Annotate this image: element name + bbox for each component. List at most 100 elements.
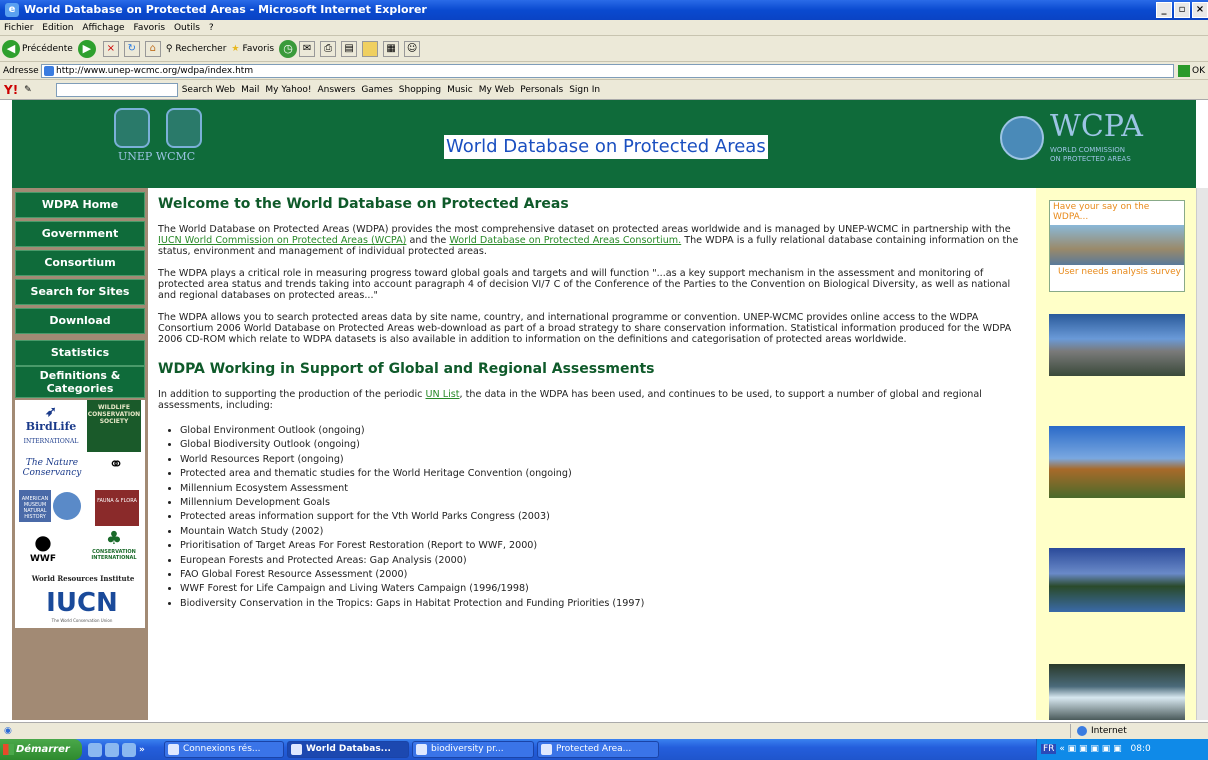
search-button[interactable]: ⚲ Rechercher xyxy=(166,44,227,54)
system-tray: FR « ▣ ▣ ▣ ▣ ▣ 08:0 xyxy=(1036,739,1208,760)
ie-quicklaunch-icon[interactable] xyxy=(105,742,119,757)
list-item: European Forests and Protected Areas: Ga… xyxy=(180,554,1036,568)
favorites-button[interactable]: ★ Favoris xyxy=(231,44,274,54)
nav-download[interactable]: Download xyxy=(15,308,145,334)
close-button[interactable]: × xyxy=(1192,2,1208,18)
language-indicator[interactable]: FR xyxy=(1041,744,1057,754)
wri-logo[interactable]: World Resources Institute xyxy=(23,574,143,583)
back-arrow-icon: ◀ xyxy=(2,39,20,58)
partner-logos: ➶ BirdLife INTERNATIONAL WILDLIFE CONSERVA… xyxy=(15,400,145,628)
yahoo-item-answers[interactable]: Answers xyxy=(317,80,355,99)
list-item: Millennium Ecosystem Assessment xyxy=(180,482,1036,496)
intro-text-a: The World Database on Protected Areas (W… xyxy=(158,224,1011,235)
iucn-logo[interactable]: IUCN xyxy=(23,590,141,616)
list-item: FAO Global Forest Resource Assessment (2… xyxy=(180,568,1036,582)
un-list-link[interactable]: UN List xyxy=(426,389,460,400)
list-item: WWF Forest for Life Campaign and Living … xyxy=(180,582,1036,596)
birdlife-logo[interactable]: ➶ BirdLife INTERNATIONAL xyxy=(19,404,83,446)
network-icon xyxy=(168,744,179,755)
iucn-subtitle: The World Conservation Union xyxy=(51,618,113,623)
mail-icon[interactable]: ✉ xyxy=(299,40,316,57)
amnh-logo[interactable]: AMERICAN MUSEUM NATURAL HISTORY xyxy=(19,490,51,522)
conservation-international-logo[interactable]: ♣ CONSERVATION INTERNATIONAL xyxy=(85,528,143,561)
nav-statistics[interactable]: Statistics xyxy=(15,340,145,366)
chevron-more-icon[interactable]: » xyxy=(139,745,145,755)
show-desktop-icon[interactable] xyxy=(88,742,102,757)
nav-wdpa-home[interactable]: WDPA Home xyxy=(15,192,145,218)
fauna-flora-logo[interactable]: FAUNA & FLORA xyxy=(95,490,139,526)
wdpa-consortium-link[interactable]: World Database on Protected Areas Consor… xyxy=(449,235,681,246)
yahoo-logo[interactable]: Y! xyxy=(4,80,18,99)
wwf-logo[interactable]: ● WWF xyxy=(23,530,63,564)
media-quicklaunch-icon[interactable] xyxy=(122,742,136,757)
list-item: World Resources Report (ongoing) xyxy=(180,453,1036,467)
task-network-connections[interactable]: Connexions rés... xyxy=(164,741,284,758)
menu-view[interactable]: Affichage xyxy=(82,23,124,33)
edit-icon[interactable]: ▤ xyxy=(341,40,358,57)
yahoo-toolbar: Y! ✎ Search Web Mail My Yahoo! Answers G… xyxy=(0,80,1208,100)
task-world-database[interactable]: World Databas... xyxy=(287,741,409,758)
role-paragraph: The WDPA plays a critical role in measur… xyxy=(158,268,1011,301)
nature-conservancy-logo[interactable]: The Nature Conservancy xyxy=(19,458,85,478)
list-item: Global Biodiversity Outlook (ongoing) xyxy=(180,438,1036,452)
yahoo-search-web-button[interactable]: Search Web xyxy=(182,80,235,99)
start-button[interactable]: Démarrer xyxy=(0,739,82,760)
minimize-button[interactable]: _ xyxy=(1156,2,1172,18)
task-label: biodiversity pr... xyxy=(431,744,504,754)
pencil-icon[interactable]: ✎ xyxy=(24,80,32,99)
menu-edit[interactable]: Edition xyxy=(42,23,73,33)
home-icon[interactable]: ⌂ xyxy=(144,40,161,57)
wcpa-logo[interactable]: WCPA WORLD COMMISSION ON PROTECTED AREAS xyxy=(1000,108,1150,174)
tray-icons[interactable]: « ▣ ▣ ▣ ▣ ▣ xyxy=(1059,744,1121,754)
yahoo-item-shopping[interactable]: Shopping xyxy=(399,80,441,99)
unep-wcmc-logo[interactable]: UNEP WCMC xyxy=(112,108,222,174)
research-icon[interactable]: ▦ xyxy=(383,40,400,57)
menu-tools[interactable]: Outils xyxy=(174,23,200,33)
main-content: Welcome to the World Database on Protect… xyxy=(148,188,1036,720)
stop-icon[interactable]: × xyxy=(102,40,119,57)
yahoo-item-mail[interactable]: Mail xyxy=(241,80,259,99)
birdlife-subtitle: INTERNATIONAL xyxy=(23,438,79,445)
nav-government-partners[interactable]: Government Partners xyxy=(15,221,145,264)
yahoo-search-input[interactable] xyxy=(55,82,178,97)
go-button[interactable]: OK xyxy=(1178,64,1208,78)
intro-text-b: and the xyxy=(406,235,450,246)
address-input[interactable]: http://www.unep-wcmc.org/wdpa/index.htm xyxy=(41,64,1174,78)
task-biodiversity[interactable]: biodiversity pr... xyxy=(412,741,534,758)
go-arrow-icon xyxy=(1178,64,1190,77)
yahoo-item-myyahoo[interactable]: My Yahoo! xyxy=(265,80,311,99)
binoculars-logo-icon[interactable]: ⚭ xyxy=(91,454,141,488)
welcome-heading: Welcome to the World Database on Protect… xyxy=(158,196,569,212)
nav-definitions-categories[interactable]: Definitions & Categories xyxy=(15,366,145,398)
yahoo-item-myweb[interactable]: My Web xyxy=(479,80,515,99)
page-status-icon: ◉ xyxy=(4,726,12,736)
forward-button[interactable]: ▶ xyxy=(77,39,98,58)
nav-search-for-sites[interactable]: Search for Sites xyxy=(15,279,145,305)
vertical-scrollbar[interactable] xyxy=(1196,188,1208,720)
yahoo-item-personals[interactable]: Personals xyxy=(520,80,563,99)
menu-help[interactable]: ? xyxy=(209,23,214,33)
refresh-icon[interactable]: ↻ xyxy=(123,40,140,57)
wcs-logo[interactable]: WILDLIFE CONSERVATION SOCIETY xyxy=(87,400,141,452)
survey-promo[interactable]: Have your say on the WDPA... User needs … xyxy=(1049,200,1185,292)
intro-paragraph: The World Database on Protected Areas (W… xyxy=(158,224,1028,257)
menu-file[interactable]: Fichier xyxy=(4,23,33,33)
yahoo-item-signin[interactable]: Sign In xyxy=(569,80,600,99)
favorites-label: Favoris xyxy=(242,43,275,54)
menu-favorites[interactable]: Favoris xyxy=(133,23,165,33)
history-icon[interactable]: ◷ xyxy=(279,39,298,58)
back-button[interactable]: ◀ Précédente xyxy=(2,39,73,58)
nav-consortium[interactable]: Consortium xyxy=(15,250,145,276)
messenger-icon[interactable]: ☺ xyxy=(404,40,421,57)
folder-icon[interactable] xyxy=(362,40,379,57)
yahoo-item-music[interactable]: Music xyxy=(447,80,473,99)
maximize-button[interactable]: ▫ xyxy=(1174,2,1190,18)
assessments-paragraph: In addition to supporting the production… xyxy=(158,389,1028,411)
list-item: Protected area and thematic studies for … xyxy=(180,467,1036,481)
start-label: Démarrer xyxy=(16,744,70,755)
clock: 08:0 xyxy=(1130,744,1151,754)
yahoo-item-games[interactable]: Games xyxy=(361,80,392,99)
iucn-wcpa-link[interactable]: IUCN World Commission on Protected Areas… xyxy=(158,235,406,246)
task-protected-area[interactable]: Protected Area... xyxy=(537,741,659,758)
print-icon[interactable]: ⎙ xyxy=(320,40,337,57)
